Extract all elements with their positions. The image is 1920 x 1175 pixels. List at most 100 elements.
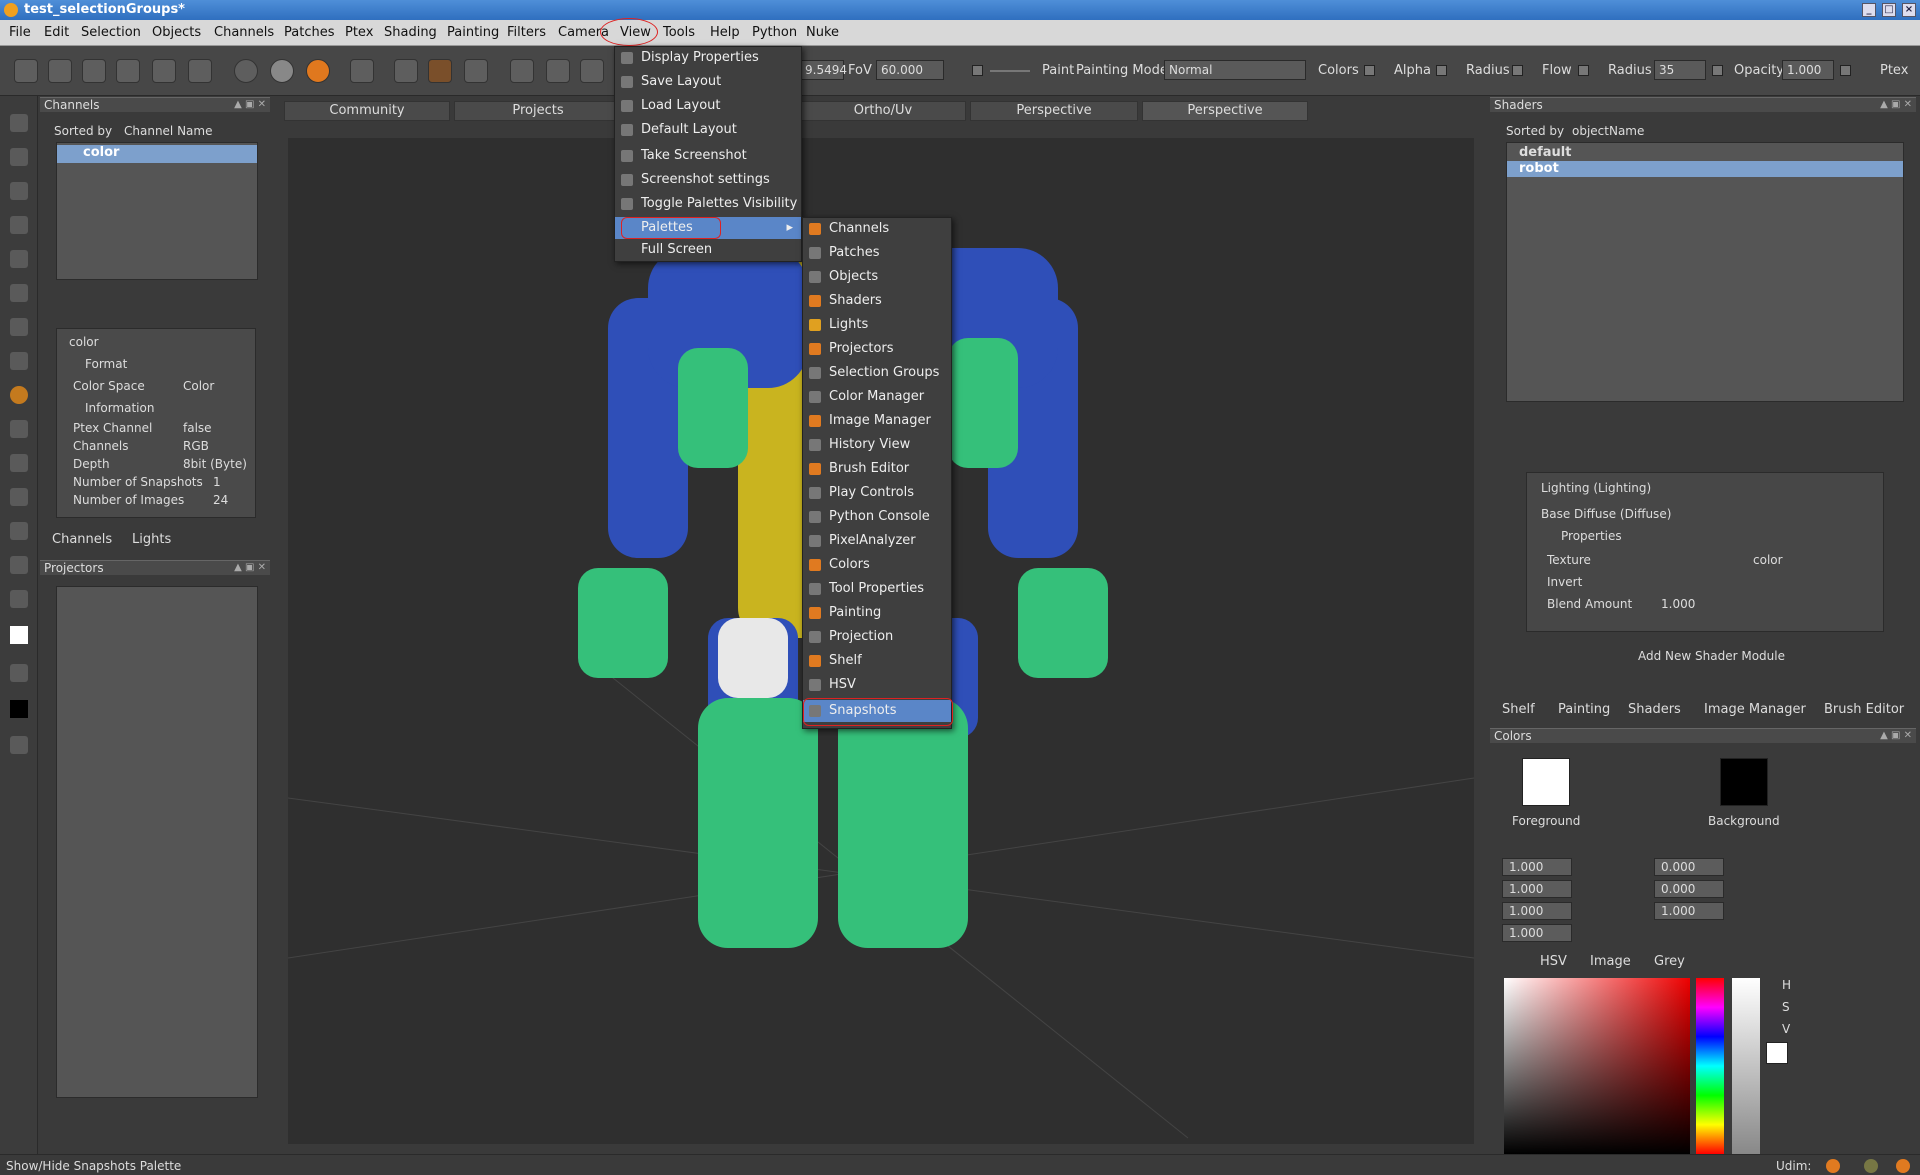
panel-controls-icon[interactable]: ▲ ▣ ✕ (234, 561, 266, 575)
tab-channels[interactable]: Channels (52, 532, 112, 547)
menu-item-save-layout[interactable]: Save Layout (615, 71, 801, 93)
foreground-color-icon[interactable] (10, 626, 28, 644)
gradient-icon[interactable] (10, 488, 28, 506)
palette-item-color-manager[interactable]: Color Manager (803, 386, 951, 408)
panel-controls-icon[interactable]: ▲ ▣ ✕ (234, 98, 266, 112)
udim-status2-icon[interactable] (1864, 1159, 1878, 1173)
palette-item-projectors[interactable]: Projectors (803, 338, 951, 360)
menu-item-toggle-palettes[interactable]: Toggle Palettes Visibility (615, 193, 801, 215)
palette-item-history-view[interactable]: History View (803, 434, 951, 456)
module-base-diffuse[interactable]: Base Diffuse (Diffuse) (1541, 507, 1671, 521)
menu-item-display-properties[interactable]: Display Properties (615, 47, 801, 69)
format-section[interactable]: Format (85, 357, 127, 371)
frame-icon[interactable] (350, 59, 374, 83)
opacity-field[interactable]: 1.000 (1782, 60, 1834, 80)
menu-shading[interactable]: Shading (384, 25, 437, 40)
view-icon[interactable] (580, 59, 604, 83)
color-field-r[interactable]: 1.000 (1502, 858, 1572, 876)
channel-item-color[interactable]: color (57, 145, 257, 163)
palette-item-brush-editor[interactable]: Brush Editor (803, 458, 951, 480)
menu-item-full-screen[interactable]: Full Screen (615, 239, 801, 261)
background-swatch[interactable] (1720, 758, 1768, 806)
menu-edit[interactable]: Edit (44, 25, 69, 40)
module-lighting[interactable]: Lighting (Lighting) (1541, 481, 1651, 495)
eraser-icon[interactable] (10, 420, 28, 438)
palette-item-selection-groups[interactable]: Selection Groups (803, 362, 951, 384)
alpha-check[interactable] (1436, 65, 1447, 76)
paint-brush-icon[interactable] (428, 59, 452, 83)
menu-patches[interactable]: Patches (284, 25, 334, 40)
palette-item-patches[interactable]: Patches (803, 242, 951, 264)
move-icon[interactable] (10, 216, 28, 234)
tab-lights[interactable]: Lights (132, 532, 171, 547)
color-field-h[interactable]: 0.000 (1654, 858, 1724, 876)
tab-perspective-active[interactable]: Perspective (1142, 101, 1308, 121)
flow-check[interactable] (1578, 65, 1589, 76)
palette-item-hsv[interactable]: HSV (803, 674, 951, 696)
blend-amount-field[interactable]: 1.000 (1661, 597, 1695, 611)
gear-tool-icon[interactable] (10, 556, 28, 574)
cursor-paint-icon[interactable] (394, 59, 418, 83)
close-icon[interactable]: × (1902, 3, 1916, 17)
shader-item-default[interactable]: default (1507, 145, 1903, 161)
close-file-icon[interactable] (48, 59, 72, 83)
hand-pan-icon[interactable] (10, 182, 28, 200)
fov-left-field[interactable]: 9.5494 (800, 60, 847, 80)
reset-colors-icon[interactable] (10, 736, 28, 754)
foreground-swatch[interactable] (1522, 758, 1570, 806)
color-field-g[interactable]: 1.000 (1502, 880, 1572, 898)
texture-value[interactable]: color (1753, 553, 1783, 567)
menu-item-screenshot-settings[interactable]: Screenshot settings (615, 169, 801, 191)
menu-objects[interactable]: Objects (152, 25, 201, 40)
tab-grey[interactable]: Grey (1654, 954, 1685, 969)
menu-python[interactable]: Python (752, 25, 797, 40)
palette-item-tool-properties[interactable]: Tool Properties (803, 578, 951, 600)
fov-lock-check[interactable] (972, 65, 983, 76)
value-strip[interactable] (1732, 978, 1760, 1154)
opacity-lock-check[interactable] (1840, 65, 1851, 76)
save-file-icon[interactable] (82, 59, 106, 83)
menu-tools[interactable]: Tools (663, 25, 695, 40)
shaders-sort-select[interactable]: objectName (1572, 124, 1644, 138)
panel-controls-icon[interactable]: ▲ ▣ ✕ (1880, 98, 1912, 112)
palette-item-python-console[interactable]: Python Console (803, 506, 951, 528)
paint-target-icon[interactable] (10, 386, 28, 404)
tab-ortho-uv[interactable]: Ortho/Uv (800, 101, 966, 121)
radius-check[interactable] (1512, 65, 1523, 76)
tab-community[interactable]: Community (284, 101, 450, 121)
menu-nuke[interactable]: Nuke (806, 25, 839, 40)
color-field-v[interactable]: 1.000 (1654, 902, 1724, 920)
palette-item-projection[interactable]: Projection (803, 626, 951, 648)
redo-icon[interactable] (188, 59, 212, 83)
camera-icon[interactable] (546, 59, 570, 83)
hsv-v-label[interactable]: V (1782, 1022, 1790, 1036)
palette-item-image-manager[interactable]: Image Manager (803, 410, 951, 432)
hsv-h-label[interactable]: H (1782, 978, 1791, 992)
tab-perspective[interactable]: Perspective (970, 101, 1138, 121)
maximize-icon[interactable]: □ (1882, 3, 1896, 17)
undo-icon[interactable] (152, 59, 176, 83)
menu-help[interactable]: Help (710, 25, 740, 40)
palette-item-channels[interactable]: Channels (803, 218, 951, 240)
tab-image[interactable]: Image (1590, 954, 1631, 969)
tab-hsv[interactable]: HSV (1540, 954, 1567, 969)
eyedropper-icon[interactable] (10, 590, 28, 608)
sphere-shaded-icon[interactable] (306, 59, 330, 83)
palette-item-lights[interactable]: Lights (803, 314, 951, 336)
save-as-icon[interactable] (116, 59, 140, 83)
color-picker-square[interactable] (1504, 978, 1690, 1154)
new-file-icon[interactable] (14, 59, 38, 83)
palette-item-shelf[interactable]: Shelf (803, 650, 951, 672)
color-field-a[interactable]: 1.000 (1502, 924, 1572, 942)
menu-ptex[interactable]: Ptex (345, 25, 373, 40)
tab-image-manager[interactable]: Image Manager (1704, 702, 1806, 717)
sphere-smooth-icon[interactable] (270, 59, 294, 83)
marquee-select-icon[interactable] (10, 148, 28, 166)
pin-icon[interactable] (10, 352, 28, 370)
radius-field[interactable]: 35 (1654, 60, 1706, 80)
sphere-flat-icon[interactable] (234, 59, 258, 83)
color-space-select[interactable]: Color (183, 379, 214, 393)
udim-status-icon[interactable] (1826, 1159, 1840, 1173)
palette-item-painting[interactable]: Painting (803, 602, 951, 624)
panel-controls-icon[interactable]: ▲ ▣ ✕ (1880, 729, 1912, 743)
